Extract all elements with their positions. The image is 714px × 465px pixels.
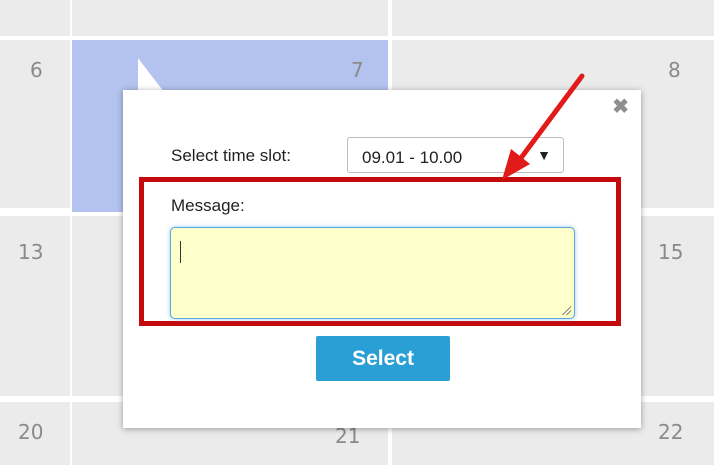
annotation-arrow <box>502 73 585 180</box>
